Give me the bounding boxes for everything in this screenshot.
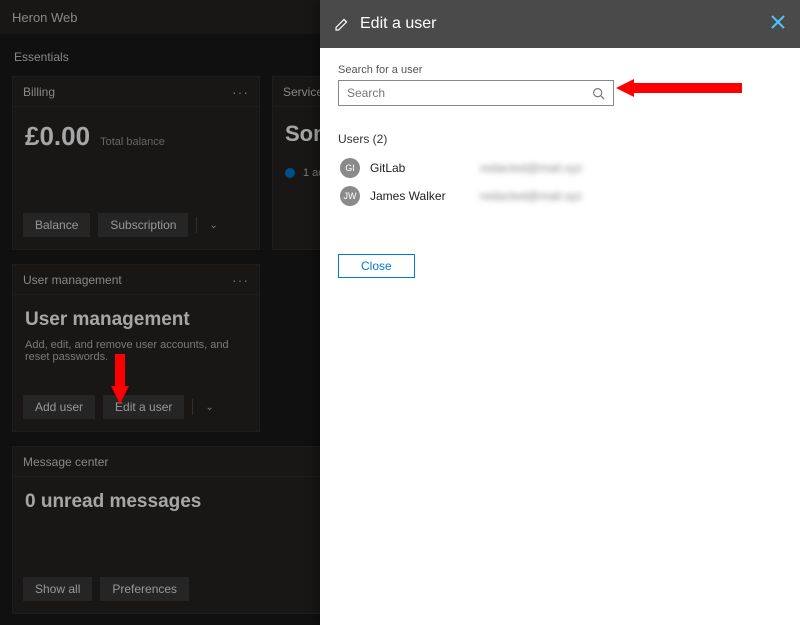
user-search-input[interactable] [347,86,592,100]
panel-header: Edit a user [320,0,800,48]
user-row[interactable]: GI GitLab redacted@mail.xyz [338,154,782,182]
annotation-arrow [616,79,742,97]
user-email: redacted@mail.xyz [480,189,582,203]
avatar: GI [340,158,360,178]
user-name: James Walker [370,189,470,203]
close-icon[interactable] [770,14,786,35]
user-name: GitLab [370,161,470,175]
users-count-heading: Users (2) [338,132,782,146]
search-label: Search for a user [338,64,782,76]
close-button[interactable]: Close [338,254,415,278]
user-email: redacted@mail.xyz [480,161,582,175]
panel-title: Edit a user [360,15,436,33]
search-icon [592,87,605,100]
user-row[interactable]: JW James Walker redacted@mail.xyz [338,182,782,210]
user-search-box[interactable] [338,80,614,106]
avatar: JW [340,186,360,206]
annotation-arrow [111,354,129,404]
pencil-icon [334,16,350,32]
